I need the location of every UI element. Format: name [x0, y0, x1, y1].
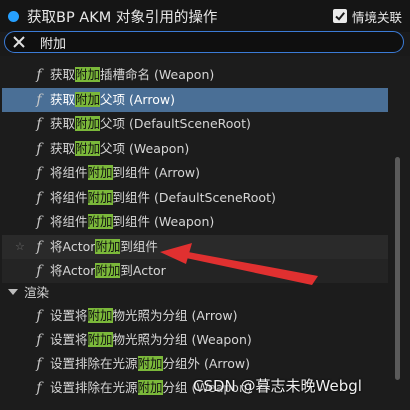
list-item[interactable]: f 获取附加父项 (DefaultSceneRoot): [2, 112, 388, 136]
list-item-label: 将组件附加到组件 (DefaultSceneRoot): [50, 186, 276, 210]
search-match-highlight: 附加: [87, 189, 113, 205]
function-icon: f: [36, 238, 42, 255]
label-text: 获取: [50, 91, 76, 107]
label-text: 将组件: [50, 214, 88, 229]
list-item-label: 将Actor附加到组件: [50, 235, 158, 259]
label-text: 获取: [50, 140, 76, 156]
list-item[interactable]: f 设置将附加物光照为分组 (Weapon): [2, 328, 388, 352]
label-text: 设置将: [50, 307, 88, 323]
context-sensitive-toggle[interactable]: 情境关联: [332, 7, 402, 26]
list-item[interactable]: f 设置排除在光源附加分组外 (Arrow): [2, 352, 388, 376]
label-text: 到组件 (Weapon): [112, 214, 215, 229]
function-icon: f: [36, 165, 42, 181]
label-text: 获取: [50, 116, 76, 131]
context-sensitive-label: 情境关联: [351, 9, 402, 25]
list-item-label: 将组件附加到组件 (Arrow): [50, 161, 200, 185]
search-box[interactable]: [4, 31, 404, 53]
label-text: 分组外 (Arrow): [162, 355, 250, 371]
label-text: 到组件 (DefaultSceneRoot): [112, 189, 276, 205]
scrollbar-thumb[interactable]: [395, 157, 400, 380]
list-item-label: 获取附加父项 (Weapon): [50, 137, 189, 161]
list-item-label: 设置将附加物光照为分组 (Arrow): [50, 304, 237, 328]
label-text: 设置排除在光源: [50, 355, 138, 371]
checkbox-checked-icon[interactable]: [332, 9, 347, 23]
label-text: 设置将: [50, 331, 88, 347]
function-icon: f: [36, 91, 42, 108]
collapse-arrow-icon[interactable]: [8, 288, 18, 295]
list-item-label: 获取附加插槽命名 (Weapon): [50, 63, 214, 87]
list-item-label: 设置将附加物光照为分组 (Weapon): [50, 328, 252, 352]
label-text: 到Actor: [120, 263, 166, 278]
label-text: 将组件: [50, 189, 88, 205]
search-match-highlight: 附加: [95, 263, 121, 278]
function-icon: f: [36, 140, 42, 157]
list-item-label: 获取附加父项 (DefaultSceneRoot): [50, 112, 251, 136]
label-text: 到组件 (Arrow): [112, 165, 200, 180]
function-icon: f: [36, 379, 42, 396]
list-item[interactable]: f 获取附加父项 (Weapon): [2, 137, 388, 161]
label-text: 设置排除在光源: [50, 379, 138, 395]
function-icon: f: [36, 307, 42, 324]
list-item-label: 获取附加父项 (Arrow): [50, 88, 175, 112]
search-match-highlight: 附加: [87, 165, 113, 180]
label-text: 到组件: [120, 238, 158, 254]
search-match-highlight: 附加: [75, 140, 101, 156]
function-icon: f: [36, 331, 42, 348]
function-icon: f: [36, 116, 42, 132]
label-text: 获取: [50, 67, 76, 82]
search-match-highlight: 附加: [75, 67, 101, 82]
label-text: 将组件: [50, 165, 88, 180]
list-item[interactable]: f 将组件附加到组件 (Weapon): [2, 210, 388, 234]
search-match-highlight: 附加: [137, 355, 163, 371]
list-item[interactable]: ☆ f 将Actor附加到组件: [2, 234, 388, 259]
list-item[interactable]: f 将组件附加到组件 (Arrow): [2, 161, 388, 185]
favorite-star-icon[interactable]: ☆: [15, 235, 25, 259]
label-text: 父项 (Arrow): [100, 91, 175, 107]
dialog-header: 获取BP AKM 对象引用的操作 情境关联: [0, 0, 410, 32]
search-match-highlight: 附加: [75, 91, 101, 107]
blueprint-dot-icon: [8, 10, 19, 22]
list-item[interactable]: f 将Actor附加到Actor: [2, 259, 388, 283]
search-match-highlight: 附加: [137, 379, 163, 395]
list-item-label: 设置排除在光源附加分组外 (Arrow): [50, 352, 250, 376]
label-text: 父项 (DefaultSceneRoot): [100, 116, 251, 131]
list-item[interactable]: f 将组件附加到组件 (DefaultSceneRoot): [2, 186, 388, 210]
search-match-highlight: 附加: [75, 116, 101, 131]
label-text: 父项 (Weapon): [100, 140, 190, 156]
list-item-label: 将Actor附加到Actor: [50, 259, 166, 283]
label-text: 将Actor: [50, 238, 96, 254]
category-header[interactable]: 渲染: [0, 282, 388, 302]
search-match-highlight: 附加: [87, 214, 113, 229]
action-list: f 获取附加插槽命名 (Weapon) f 获取附加父项 (Arrow) f 获取附加父项…: [0, 56, 410, 410]
search-match-highlight: 附加: [87, 331, 113, 347]
list-item[interactable]: f 获取附加插槽命名 (Weapon): [2, 63, 388, 87]
search-input[interactable]: [40, 34, 380, 50]
label-text: 将Actor: [50, 263, 96, 278]
search-match-highlight: 附加: [87, 307, 113, 323]
watermark: CSDN @暮志未晚Webgl: [193, 377, 362, 395]
function-icon: f: [36, 214, 42, 230]
search-match-highlight: 附加: [95, 238, 121, 254]
label-text: 物光照为分组 (Weapon): [112, 331, 252, 347]
label-text: 物光照为分组 (Arrow): [112, 307, 238, 323]
function-icon: f: [36, 189, 42, 206]
list-item-label: 将组件附加到组件 (Weapon): [50, 210, 214, 234]
function-icon: f: [36, 263, 42, 279]
list-item[interactable]: f 设置将附加物光照为分组 (Arrow): [2, 304, 388, 328]
category-label: 渲染: [24, 285, 50, 300]
label-text: 插槽命名 (Weapon): [100, 67, 215, 82]
dialog-title: 获取BP AKM 对象引用的操作: [27, 9, 218, 26]
function-icon: f: [36, 67, 42, 83]
list-item[interactable]: f 获取附加父项 (Arrow): [2, 87, 388, 112]
clear-search-icon[interactable]: [12, 35, 26, 49]
function-icon: f: [36, 355, 42, 372]
